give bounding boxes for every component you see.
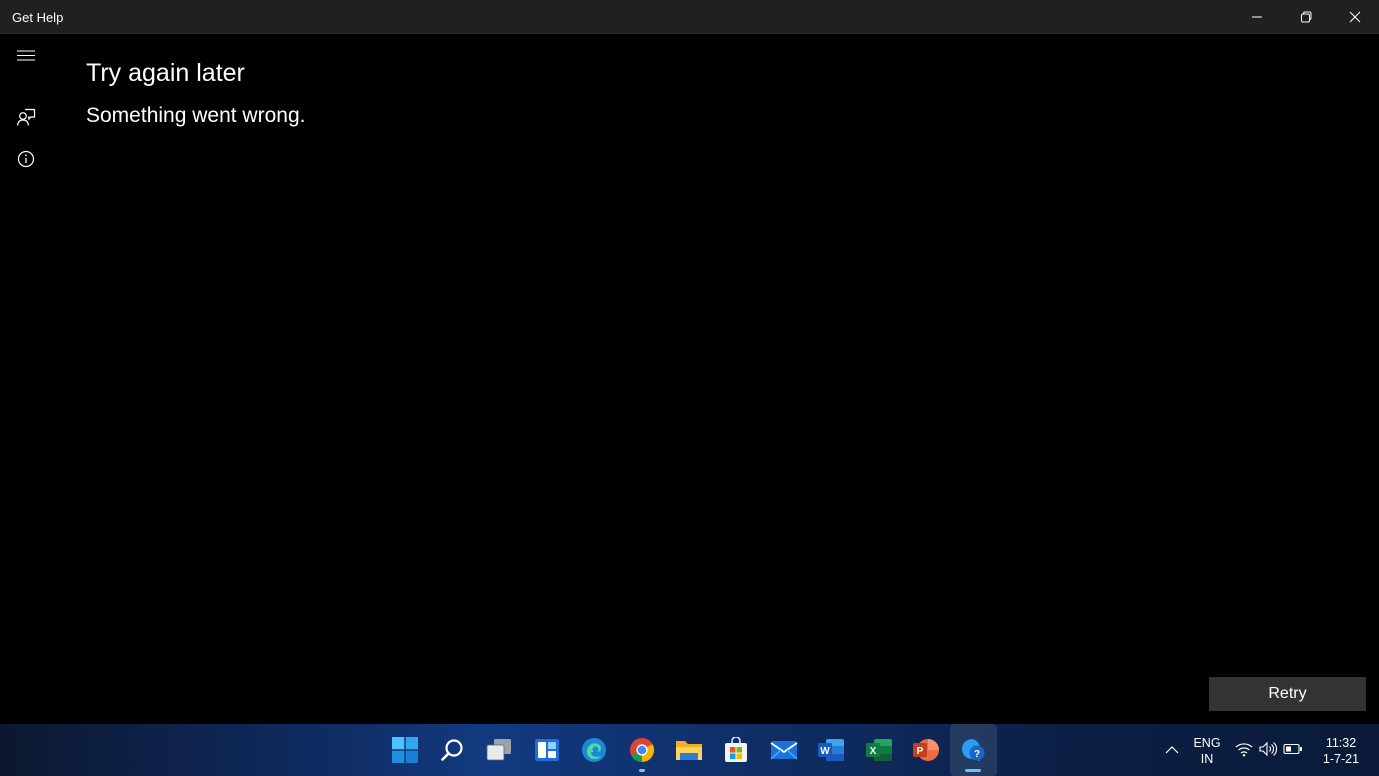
get-help-icon: ? (962, 739, 985, 761)
taskbar-edge-button[interactable] (571, 724, 618, 776)
minimize-button[interactable] (1232, 0, 1281, 34)
running-indicator (638, 769, 645, 772)
hamburger-menu-icon (17, 50, 35, 61)
info-icon (17, 150, 35, 168)
close-button[interactable] (1330, 0, 1379, 34)
error-message: Something went wrong. (86, 104, 306, 127)
clock[interactable]: 11:32 1-7-21 (1318, 735, 1364, 767)
restore-button[interactable] (1281, 0, 1330, 34)
taskbar-excel-button[interactable]: X (855, 724, 902, 776)
word-icon: W (818, 739, 845, 761)
svg-text:?: ? (974, 749, 980, 760)
nav-about[interactable] (8, 141, 44, 177)
svg-text:X: X (869, 746, 876, 757)
mail-icon (770, 741, 798, 760)
language-region: IN (1200, 752, 1214, 766)
get-help-window: Get Help Try again later Something went … (0, 0, 1379, 724)
edge-icon (582, 738, 607, 762)
taskbar-apps: W X P ? (381, 724, 998, 776)
taskbar-file-explorer-button[interactable] (665, 724, 712, 776)
start-icon (391, 737, 418, 763)
restore-icon (1300, 11, 1311, 23)
taskbar-widgets-button[interactable] (523, 724, 570, 776)
taskbar-mail-button[interactable] (760, 724, 807, 776)
clock-time: 11:32 (1325, 736, 1357, 750)
task-view-icon (487, 739, 512, 761)
taskbar-start-button[interactable] (381, 724, 428, 776)
svg-text:W: W (820, 746, 830, 757)
widgets-icon (534, 739, 559, 761)
input-language-indicator[interactable]: ENG IN (1190, 735, 1224, 767)
volume-icon (1259, 741, 1277, 757)
nav-menu-button[interactable] (8, 38, 44, 74)
taskbar: W X P ? ENG IN 11:32 1-7-21 (0, 724, 1379, 776)
close-icon (1349, 11, 1360, 23)
navigation-rail (0, 34, 52, 724)
chevron-up-icon (1165, 746, 1179, 754)
taskbar-search-button[interactable] (428, 724, 475, 776)
minimize-icon (1251, 16, 1262, 18)
app-title: Get Help (12, 10, 64, 25)
language-code: ENG (1193, 736, 1221, 750)
search-icon (441, 739, 463, 761)
taskbar-powerpoint-button[interactable]: P (902, 724, 949, 776)
file-explorer-icon (676, 741, 703, 760)
window-controls (1232, 0, 1379, 34)
retry-button[interactable]: Retry (1209, 677, 1366, 711)
store-icon (725, 737, 748, 762)
excel-icon: X (865, 739, 892, 761)
system-tray-status[interactable] (1235, 741, 1303, 757)
powerpoint-icon: P (912, 739, 939, 761)
taskbar-get-help-button[interactable]: ? (949, 724, 998, 776)
taskbar-task-view-button[interactable] (476, 724, 523, 776)
clock-date: 1-7-21 (1322, 752, 1360, 766)
svg-text:P: P (917, 746, 924, 757)
title-bar[interactable]: Get Help (0, 0, 1379, 34)
nav-contact-support[interactable] (8, 99, 44, 135)
taskbar-store-button[interactable] (713, 724, 760, 776)
show-hidden-icons-button[interactable] (1163, 740, 1181, 760)
contact-support-icon (16, 108, 36, 126)
chrome-icon (629, 738, 654, 762)
wifi-icon (1235, 743, 1253, 757)
taskbar-word-button[interactable]: W (808, 724, 855, 776)
battery-icon (1283, 743, 1302, 755)
taskbar-chrome-button[interactable] (618, 724, 665, 776)
page-title: Try again later (86, 59, 245, 87)
active-indicator (965, 769, 982, 772)
